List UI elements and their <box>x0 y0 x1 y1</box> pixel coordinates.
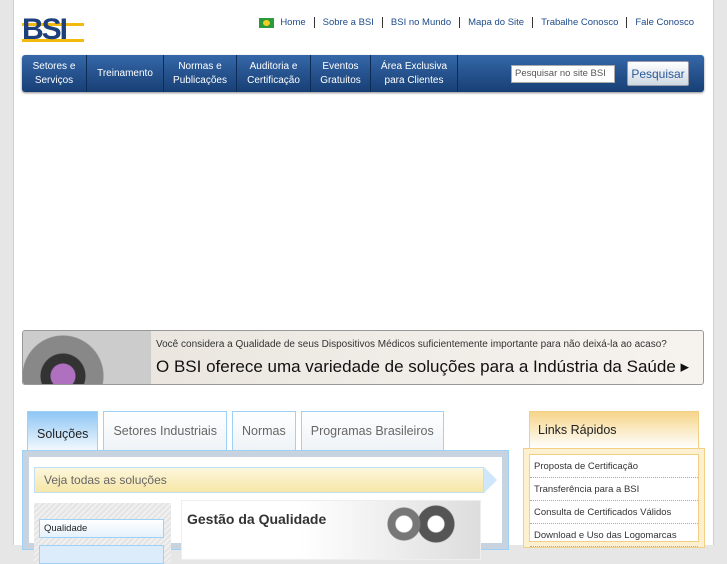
bsi-logo[interactable]: BSI <box>22 15 90 45</box>
nav-treinamento[interactable]: Treinamento <box>87 55 164 92</box>
search-input[interactable]: Pesquisar no site BSI <box>511 65 615 83</box>
solutions-list: Qualidade <box>34 503 171 564</box>
quick-link[interactable]: Download e Uso das Logomarcas <box>530 524 698 547</box>
solution-item[interactable] <box>39 545 164 564</box>
tab-programas[interactable]: Programas Brasileiros <box>300 411 444 450</box>
nav-setores[interactable]: Setores e Serviços <box>22 55 87 92</box>
tabs: Soluções Setores Industriais Normas Prog… <box>27 411 444 455</box>
nav-normas[interactable]: Normas e Publicações <box>164 55 237 92</box>
links-rapidos-title: Links Rápidos <box>529 411 699 448</box>
top-links: Home Sobre a BSI BSI no Mundo Mapa do Si… <box>259 17 702 28</box>
quick-link[interactable]: Transferência para a BSI <box>530 478 698 501</box>
tab-solucoes[interactable]: Soluções <box>27 411 99 455</box>
link-fale[interactable]: Fale Conosco <box>626 17 702 28</box>
tab-setores[interactable]: Setores Industriais <box>103 411 227 450</box>
link-bsi-mundo[interactable]: BSI no Mundo <box>381 17 459 28</box>
quick-link[interactable]: Proposta de Certificação <box>530 455 698 478</box>
veja-solucoes-link[interactable]: Veja todas as soluções <box>34 467 497 493</box>
brazil-flag-icon[interactable] <box>259 17 275 28</box>
link-trabalhe[interactable]: Trabalhe Conosco <box>532 17 626 28</box>
link-sobre[interactable]: Sobre a BSI <box>313 17 382 28</box>
nav-auditoria[interactable]: Auditoria e Certificação <box>237 55 311 92</box>
links-rapidos: Proposta de Certificação Transferência p… <box>523 448 705 548</box>
health-industry-banner[interactable]: Você considera a Qualidade de seus Dispo… <box>22 330 704 385</box>
solution-item-qualidade[interactable]: Qualidade <box>39 519 164 538</box>
feature-card[interactable]: Gestão da Qualidade <box>181 500 481 560</box>
search-button[interactable]: Pesquisar <box>627 61 689 86</box>
nav-eventos[interactable]: Eventos Gratuitos <box>311 55 371 92</box>
link-mapa[interactable]: Mapa do Site <box>459 17 532 28</box>
tab-normas[interactable]: Normas <box>231 411 296 450</box>
quick-link[interactable]: Consulta de Certificados Válidos <box>530 501 698 524</box>
link-home[interactable]: Home <box>274 17 313 28</box>
tab-panel: Veja todas as soluções Qualidade Gestão … <box>22 450 509 564</box>
nav-area-exclusiva[interactable]: Área Exclusiva para Clientes <box>371 55 458 92</box>
medical-device-image <box>23 331 151 384</box>
diamond-image <box>380 504 460 544</box>
